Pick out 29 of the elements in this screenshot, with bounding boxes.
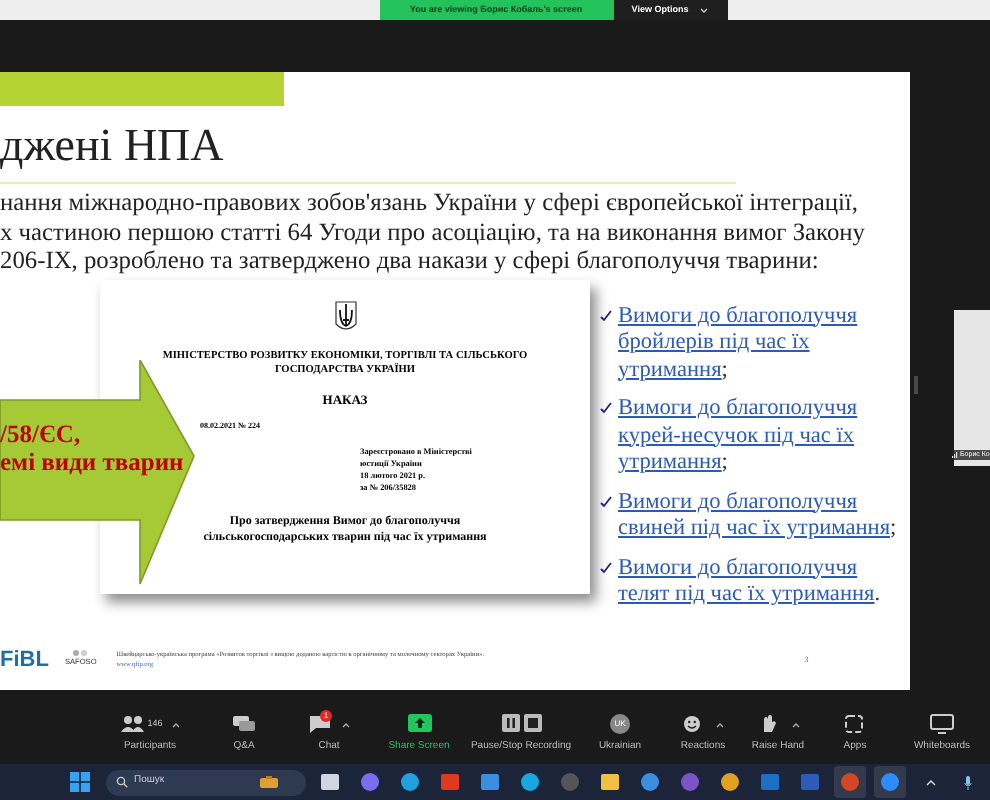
check-icon — [600, 402, 612, 414]
link[interactable]: Вимоги до благополуччя курей-несучок під час їх утримання; — [618, 396, 900, 477]
apps-icon — [843, 714, 867, 735]
signal-icon — [952, 452, 958, 459]
caret-icon — [926, 779, 936, 785]
whiteboard-icon — [930, 714, 954, 735]
check-icon — [600, 495, 612, 507]
dots-icon — [72, 648, 89, 659]
windows-icon — [70, 772, 90, 792]
check-icon — [600, 309, 612, 321]
arrow-caption: /58/ЄС, емі види тварин — [0, 420, 184, 476]
coat-of-arms-icon — [333, 299, 357, 333]
fibl-logo: FiBL — [0, 645, 49, 675]
pause-stop-icon — [501, 714, 541, 735]
slide-title: джені НПА — [0, 120, 226, 172]
smiley-icon — [682, 714, 706, 735]
caret-icon — [700, 7, 709, 13]
search-icon — [116, 776, 128, 788]
link[interactable]: Вимоги до благополуччя телят під час їх утримання. — [618, 555, 900, 609]
speech-bubbles-icon — [232, 714, 256, 735]
link[interactable]: Вимоги до благополуччя свиней під час їх утримання; — [618, 489, 900, 543]
briefcase-icon — [260, 776, 278, 788]
microphone-icon — [964, 775, 972, 789]
share-screen-icon — [407, 714, 431, 735]
link[interactable]: Вимоги до благополуччя бройлерів під час їх утримання; — [618, 303, 900, 384]
people-icon — [119, 714, 144, 735]
check-icon — [600, 561, 612, 573]
resize-handle-icon — [914, 376, 918, 394]
slide-paragraph: нання міжнародно-правових зобов'язань України у сфері європейської інтеграції, х частиною першою статті 64 Угоди про асоціацію, та на виконання вимог Закону 206-IX, розроблено та затверджено два накази у сфері благополуччя тварини: — [0, 188, 865, 275]
